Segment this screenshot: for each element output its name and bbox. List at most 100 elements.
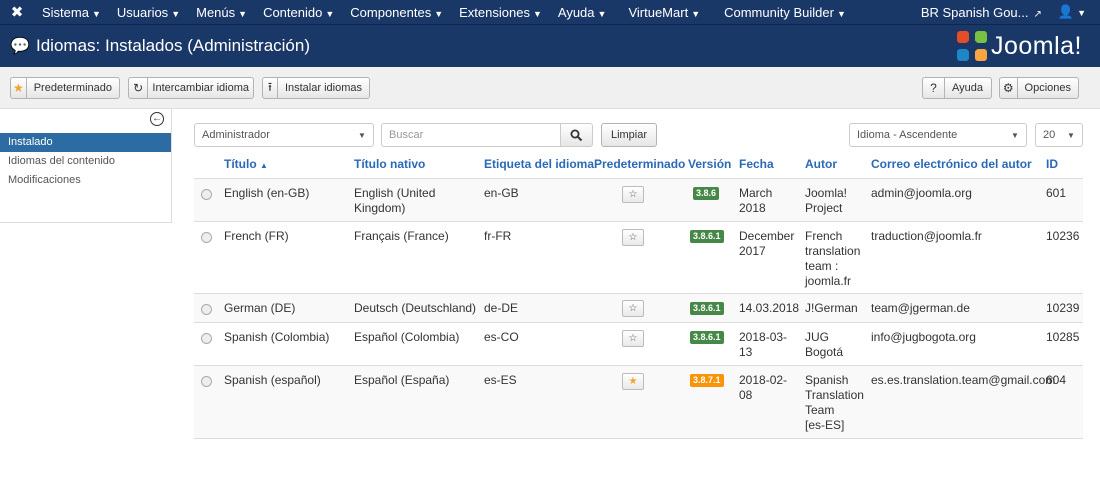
limit-select[interactable]: 20 ▼ (1035, 123, 1083, 147)
menu-sistema[interactable]: Sistema ▼ (34, 5, 109, 20)
clear-button[interactable]: Limpiar (601, 123, 657, 147)
question-circle-icon: ? (923, 78, 945, 98)
row-select-radio[interactable] (201, 189, 212, 200)
ordering-select[interactable]: Idioma - Ascendente ▼ (849, 123, 1027, 147)
row-native-title: Español (España) (354, 373, 450, 387)
row-author-email: info@jugbogota.org (871, 330, 976, 344)
set-default-star-icon[interactable]: ☆ (622, 330, 644, 347)
row-select-radio[interactable] (201, 376, 212, 387)
collapse-sidebar-icon[interactable]: ← (150, 112, 164, 126)
row-language-tag: en-GB (484, 186, 519, 200)
row-select-radio[interactable] (201, 333, 212, 344)
row-date: 14.03.2018 (739, 301, 800, 315)
joomla-logo-icon[interactable]: ✖ (0, 3, 34, 21)
chevron-down-icon: ▼ (1067, 130, 1075, 140)
search-input[interactable] (381, 123, 561, 147)
row-native-title: English (United Kingdom) (354, 186, 436, 215)
menu-community-builder[interactable]: Community Builder ▼ (708, 5, 854, 20)
row-select-radio[interactable] (201, 232, 212, 243)
table-row: French (FR) Français (France) fr-FR ☆ 3.… (194, 221, 1083, 293)
row-id: 601 (1046, 186, 1067, 200)
row-id: 10239 (1046, 301, 1080, 315)
top-navbar: ✖ Sistema ▼ Usuarios ▼ Menús ▼ Contenido ▼ C… (0, 0, 1100, 24)
table-row: Spanish (Colombia) Español (Colombia) es… (194, 322, 1083, 365)
row-title: Spanish (Colombia) (224, 330, 330, 344)
row-language-tag: es-CO (484, 330, 519, 344)
joomla-brand: Joomla! (956, 30, 1082, 62)
table-row: German (DE) Deutsch (Deutschland) de-DE … (194, 293, 1083, 322)
external-link-icon: ↗ (1033, 8, 1042, 20)
row-id: 604 (1046, 373, 1067, 387)
site-link[interactable]: BR Spanish Gou... ↗ (913, 5, 1050, 20)
column-author-email[interactable]: Correo electrónico del autor (871, 157, 1032, 171)
default-star-icon[interactable]: ★ (622, 373, 644, 390)
row-author: French translation team : joomla.fr (805, 229, 861, 288)
row-language-tag: es-ES (484, 373, 517, 387)
menu-contenido[interactable]: Contenido ▼ (255, 5, 342, 20)
sidebar-item-overrides[interactable]: Modificaciones (0, 171, 171, 190)
table-row: Spanish (español) Español (España) es-ES… (194, 365, 1083, 438)
comments-icon: 💬 (10, 38, 30, 55)
row-date: December 2017 (739, 229, 795, 258)
row-author: J!German (805, 301, 858, 315)
help-button[interactable]: ? Ayuda (922, 77, 992, 99)
search-button[interactable] (560, 123, 593, 147)
column-native-title[interactable]: Título nativo (354, 157, 425, 171)
options-button[interactable]: ⚙ Opciones (999, 77, 1079, 99)
column-date[interactable]: Fecha (739, 157, 774, 171)
row-author: Joomla! Project (805, 186, 848, 215)
row-title: German (DE) (224, 301, 296, 315)
version-badge: 3.8.7.1 (690, 374, 724, 387)
title-bar: 💬 Idiomas: Instalados (Administración) J… (0, 24, 1100, 67)
navbar-right: BR Spanish Gou... ↗ 👤 ▼ (913, 0, 1100, 24)
chevron-down-icon: ▼ (358, 130, 366, 140)
column-author[interactable]: Autor (805, 157, 837, 171)
install-languages-button[interactable]: ⭱ Instalar idiomas (262, 77, 370, 99)
upload-icon: ⭱ (263, 78, 278, 98)
row-author: Spanish Translation Team [es-ES] (805, 373, 864, 432)
version-badge: 3.8.6.1 (690, 302, 724, 315)
column-language-tag[interactable]: Etiqueta del idioma (484, 157, 594, 171)
user-menu[interactable]: 👤 ▼ (1050, 4, 1100, 20)
sidebar-item-content-languages[interactable]: Idiomas del contenido (0, 152, 171, 171)
row-title: Spanish (español) (224, 373, 321, 387)
row-language-tag: fr-FR (484, 229, 512, 243)
menu-ayuda[interactable]: Ayuda ▼ (550, 5, 615, 20)
switch-language-button[interactable]: ↻ Intercambiar idioma (128, 77, 254, 99)
star-icon: ★ (11, 78, 27, 98)
row-author-email: es.es.translation.team@gmail.com (871, 373, 1056, 387)
column-title[interactable]: Título ▲ (224, 157, 268, 171)
row-title: English (en-GB) (224, 186, 310, 200)
default-button[interactable]: ★ Predeterminado (10, 77, 120, 99)
sidebar: ← Instalado Idiomas del contenido Modifi… (0, 109, 172, 223)
joomla-brand-icon (956, 31, 987, 61)
menu-usuarios[interactable]: Usuarios ▼ (109, 5, 188, 20)
brand-wordmark: Joomla! (990, 31, 1082, 60)
row-select-radio[interactable] (201, 304, 212, 315)
user-icon: 👤 (1057, 4, 1075, 19)
menu-menus[interactable]: Menús ▼ (188, 5, 255, 20)
version-badge: 3.8.6 (693, 187, 720, 200)
row-native-title: Deutsch (Deutschland) (354, 301, 477, 315)
table-bottom-border (194, 438, 1083, 439)
menu-extensiones[interactable]: Extensiones ▼ (451, 5, 550, 20)
menu-componentes[interactable]: Componentes ▼ (342, 5, 451, 20)
main-menu: Sistema ▼ Usuarios ▼ Menús ▼ Contenido ▼ Com… (34, 5, 854, 20)
row-language-tag: de-DE (484, 301, 519, 315)
row-id: 10236 (1046, 229, 1080, 243)
row-author-email: admin@joomla.org (871, 186, 972, 200)
set-default-star-icon[interactable]: ☆ (622, 300, 644, 317)
column-default[interactable]: Predeterminado (594, 157, 685, 171)
search-icon (570, 129, 583, 141)
client-select[interactable]: Administrador ▼ (194, 123, 374, 147)
set-default-star-icon[interactable]: ☆ (622, 186, 644, 203)
column-version[interactable]: Versión (688, 157, 731, 171)
menu-virtuemart[interactable]: VirtueMart ▼ (614, 5, 708, 20)
chevron-down-icon: ▼ (1011, 130, 1019, 140)
gear-icon: ⚙ (1000, 78, 1018, 98)
sidebar-item-installed[interactable]: Instalado (0, 133, 171, 152)
set-default-star-icon[interactable]: ☆ (622, 229, 644, 246)
column-id[interactable]: ID (1046, 157, 1058, 171)
row-date: 2018-02-08 (739, 373, 788, 402)
table-row: English (en-GB) English (United Kingdom)… (194, 178, 1083, 221)
